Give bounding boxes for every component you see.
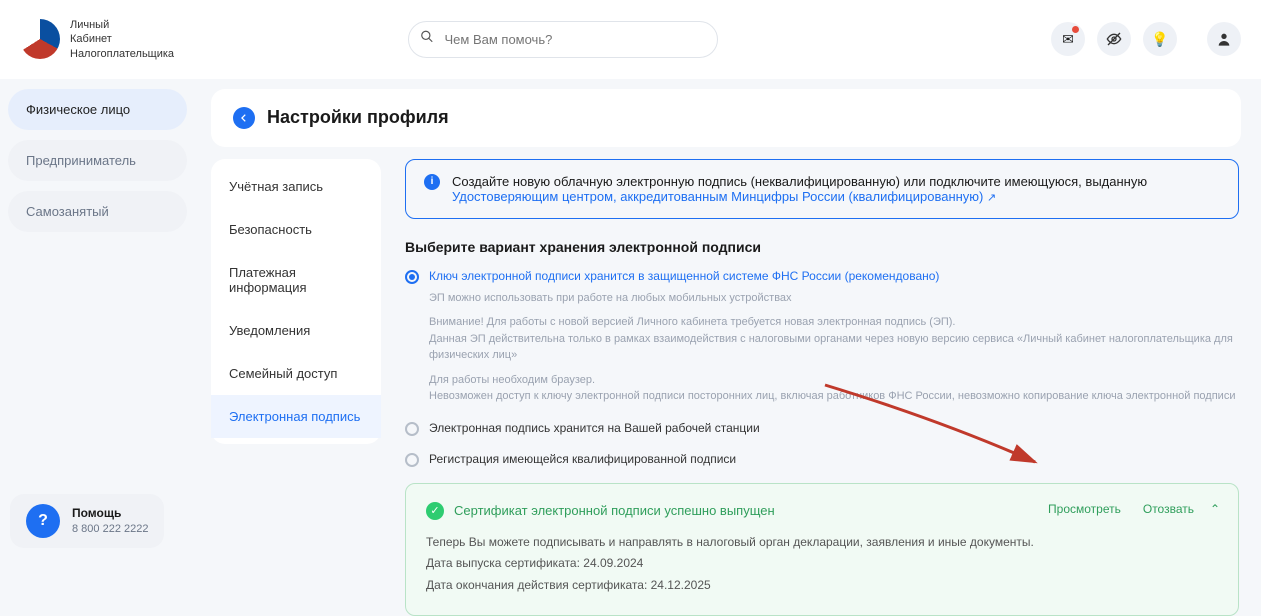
help-icon: ? (26, 504, 60, 538)
radio-option-3[interactable] (405, 453, 419, 467)
logo-line3: Налогоплательщика (70, 47, 174, 61)
settings-nav: Учётная запись Безопасность Платежная ин… (211, 159, 381, 444)
messages-icon[interactable]: ✉ (1051, 22, 1085, 56)
cert-actions: Просмотреть Отозвать (1048, 502, 1194, 516)
search-icon (420, 30, 434, 49)
search-wrap (408, 21, 718, 58)
cert-body: Теперь Вы можете подписывать и направлят… (426, 532, 1218, 597)
user-avatar[interactable] (1207, 22, 1241, 56)
notification-dot-icon (1072, 26, 1079, 33)
cert-title: Сертификат электронной подписи успешно в… (454, 503, 775, 518)
success-check-icon: ✓ (426, 502, 444, 520)
main-panel: i Создайте новую облачную электронную по… (381, 159, 1261, 616)
search-input[interactable] (408, 21, 718, 58)
info-icon: i (424, 174, 440, 190)
logo-line1: Личный (70, 18, 174, 32)
radio-option-1[interactable] (405, 270, 419, 284)
cert-desc: Теперь Вы можете подписывать и направлят… (426, 532, 1218, 554)
option-1: Ключ электронной подписи хранится в защи… (405, 269, 1239, 405)
nav-account[interactable]: Учётная запись (211, 165, 381, 208)
revoke-cert-button[interactable]: Отозвать (1143, 502, 1194, 516)
role-pill-individual[interactable]: Физическое лицо (8, 89, 187, 130)
option-1-sub1: ЭП можно использовать при работе на любы… (429, 290, 1239, 307)
chevron-up-icon[interactable]: ⌃ (1210, 502, 1220, 516)
page-header: Настройки профиля (211, 89, 1241, 147)
help-title: Помощь (72, 506, 148, 522)
view-cert-button[interactable]: Просмотреть (1048, 502, 1121, 516)
content: Настройки профиля Учётная запись Безопас… (195, 79, 1261, 616)
header-icons: ✉ 💡 (1051, 22, 1177, 56)
info-text: Создайте новую облачную электронную подп… (452, 174, 1147, 204)
certificate-box: ✓ Сертификат электронной подписи успешно… (405, 483, 1239, 616)
option-2-label: Электронная подпись хранится на Вашей ра… (429, 421, 760, 435)
banner-text: Создайте новую облачную электронную подп… (452, 174, 1147, 189)
option-2: Электронная подпись хранится на Вашей ра… (405, 421, 1239, 436)
option-1-label: Ключ электронной подписи хранится в защи… (429, 269, 939, 283)
role-pill-entrepreneur[interactable]: Предприниматель (8, 140, 187, 181)
main-row: Учётная запись Безопасность Платежная ин… (211, 159, 1261, 616)
nav-payment[interactable]: Платежная информация (211, 251, 381, 309)
logo-text: Личный Кабинет Налогоплательщика (70, 18, 174, 61)
header: Личный Кабинет Налогоплательщика ✉ 💡 (0, 0, 1261, 79)
option-3-label: Регистрация имеющейся квалифицированной … (429, 452, 736, 466)
logo-block: Личный Кабинет Налогоплательщика (20, 18, 174, 61)
fns-emblem-icon (20, 19, 60, 59)
visibility-icon[interactable] (1097, 22, 1131, 56)
help-widget[interactable]: ? Помощь 8 800 222 2222 (10, 494, 164, 548)
cert-expires: Дата окончания действия сертификата: 24.… (426, 575, 1218, 597)
cert-issued: Дата выпуска сертификата: 24.09.2024 (426, 553, 1218, 575)
nav-security[interactable]: Безопасность (211, 208, 381, 251)
option-1-sub2: Внимание! Для работы с новой версией Лич… (429, 314, 1239, 364)
role-pill-selfemployed[interactable]: Самозанятый (8, 191, 187, 232)
nav-notifications[interactable]: Уведомления (211, 309, 381, 352)
back-button[interactable] (233, 107, 255, 129)
nav-esignature[interactable]: Электронная подпись (211, 395, 381, 438)
hint-icon[interactable]: 💡 (1143, 22, 1177, 56)
logo-line2: Кабинет (70, 32, 174, 46)
layout: Физическое лицо Предприниматель Самозаня… (0, 79, 1261, 616)
external-link-icon: ↗ (987, 192, 996, 204)
help-text: Помощь 8 800 222 2222 (72, 506, 148, 536)
help-phone: 8 800 222 2222 (72, 522, 148, 536)
banner-link[interactable]: Удостоверяющим центром, аккредитованным … (452, 189, 996, 204)
option-3: Регистрация имеющейся квалифицированной … (405, 452, 1239, 467)
section-title: Выберите вариант хранения электронной по… (405, 239, 1239, 255)
nav-family[interactable]: Семейный доступ (211, 352, 381, 395)
radio-option-2[interactable] (405, 422, 419, 436)
page-title: Настройки профиля (267, 107, 449, 128)
option-1-sub3: Для работы необходим браузер. Невозможен… (429, 372, 1239, 405)
info-banner: i Создайте новую облачную электронную по… (405, 159, 1239, 219)
